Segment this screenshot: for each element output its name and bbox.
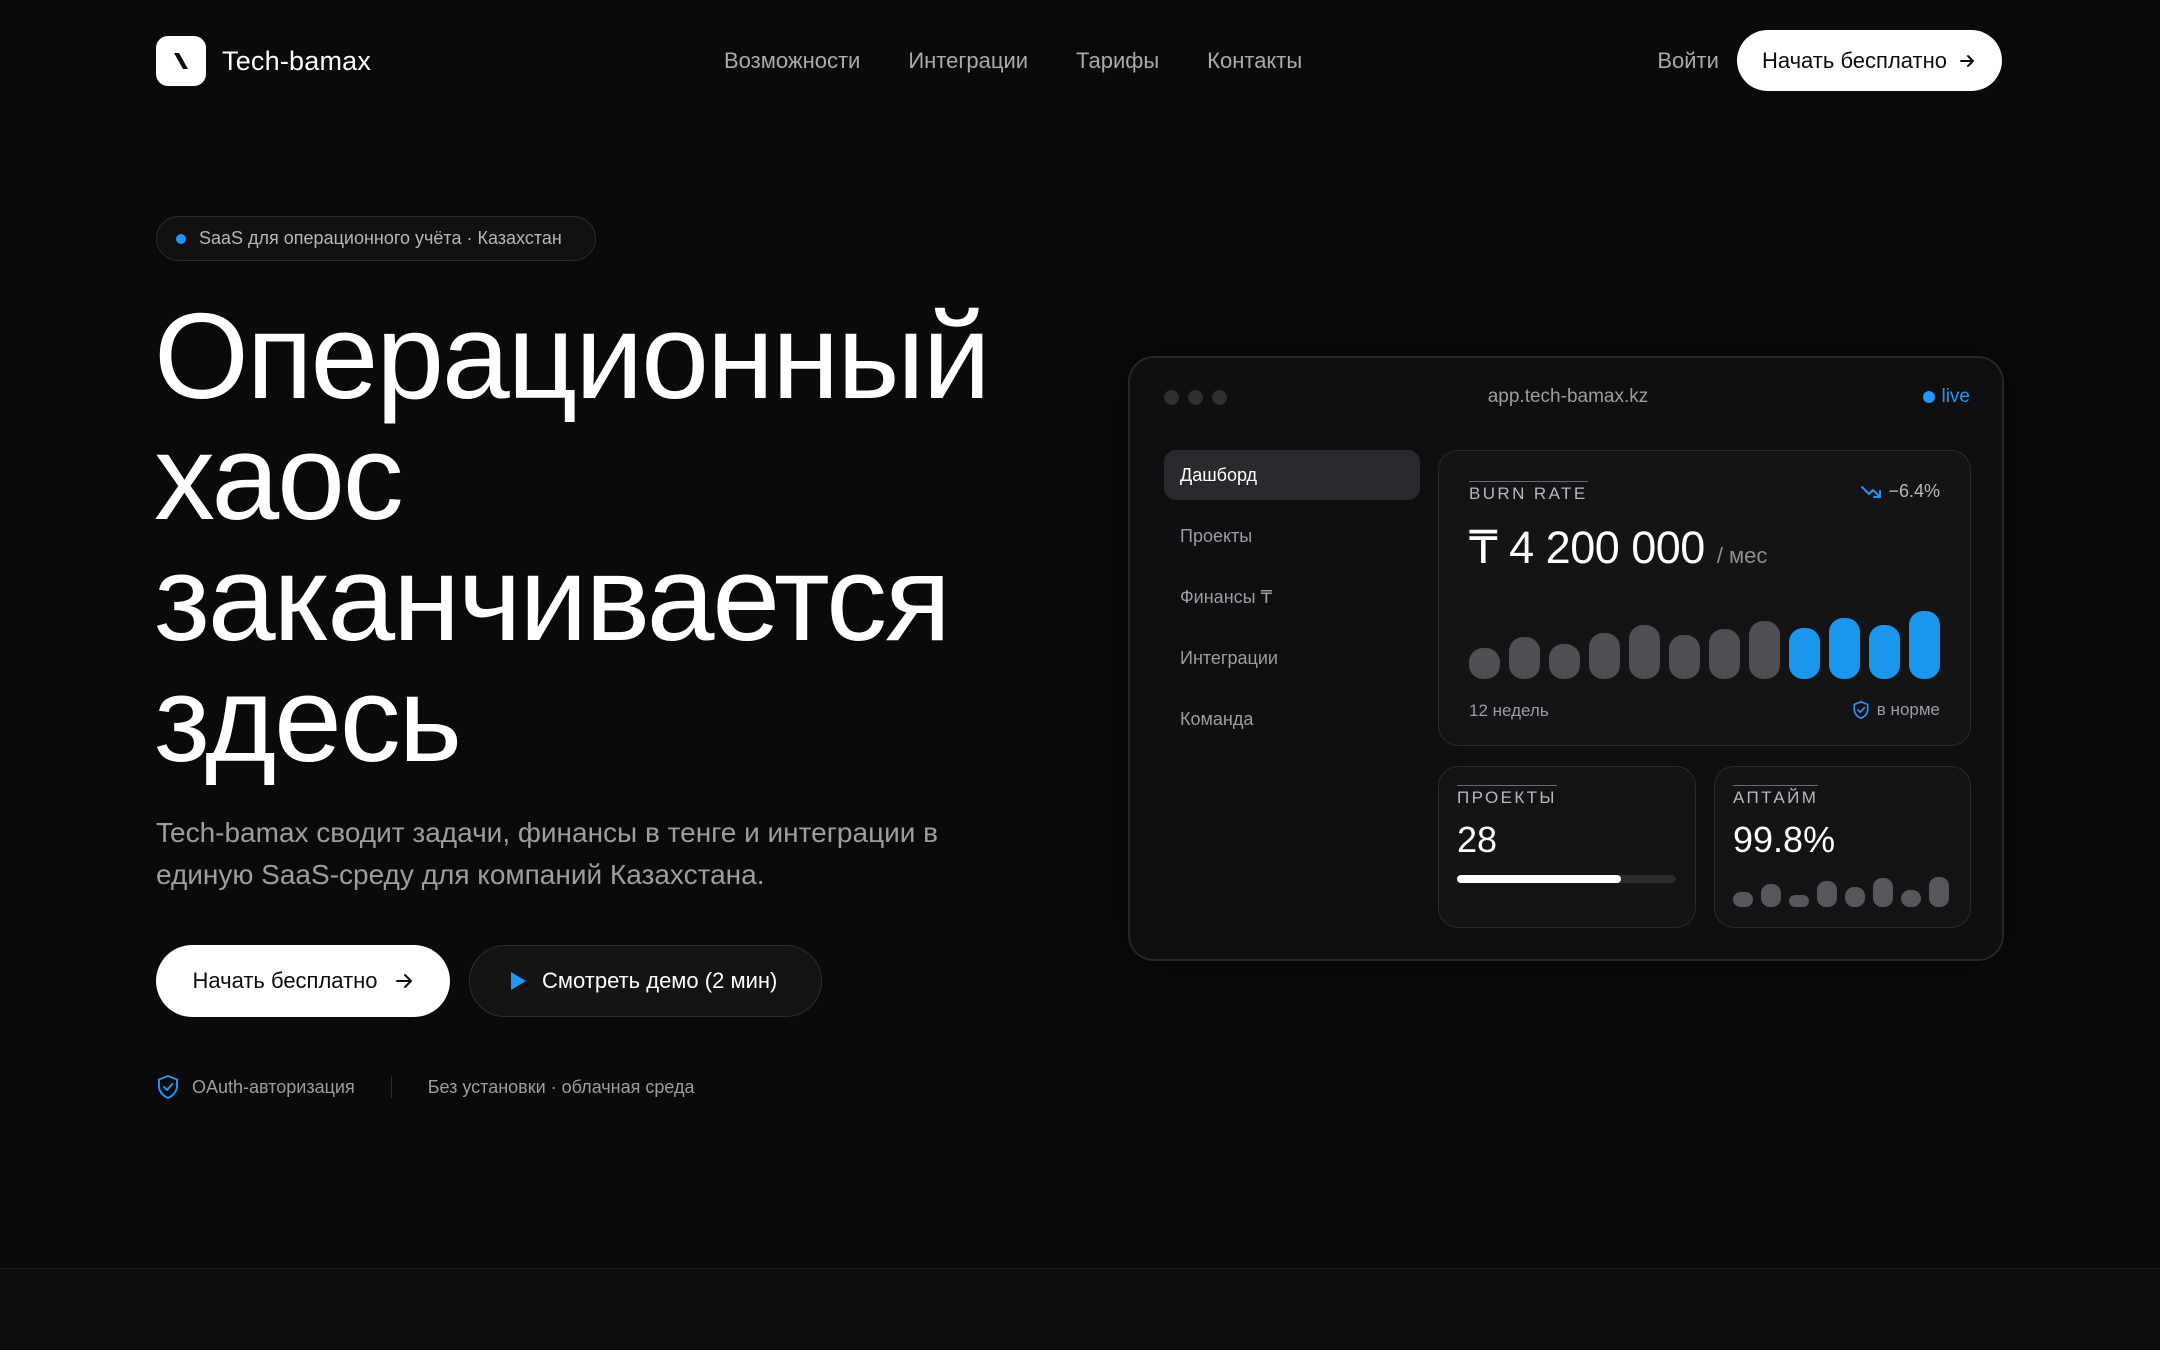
trust-oauth: OAuth-авторизация	[192, 1076, 355, 1097]
hero-badge: SaaS для операционного учёта · Казахстан	[156, 216, 596, 261]
nav-links: Возможности Интеграции Тарифы Контакты	[724, 48, 1350, 74]
uptime-bar	[1845, 887, 1865, 907]
burn-period: 12 недель	[1469, 701, 1549, 720]
live-dot-icon	[1923, 391, 1936, 403]
dashboard-preview: app.tech-bamax.kz live Дашборд Проекты Ф…	[1128, 356, 2004, 961]
uptime-bar	[1873, 878, 1893, 907]
sidebar-item-team[interactable]: Команда	[1164, 694, 1420, 744]
watch-demo-label: Смотреть демо (2 мин)	[542, 968, 778, 993]
burn-unit: / мес	[1716, 543, 1768, 568]
projects-value: 28	[1457, 819, 1498, 860]
nav-start-free-label: Начать бесплатно	[1761, 47, 1947, 73]
trust-divider	[390, 1076, 392, 1098]
burn-bar	[1549, 644, 1580, 679]
burn-bar	[1869, 625, 1900, 679]
burn-bar	[1829, 618, 1860, 679]
trend-down-icon	[1860, 484, 1882, 500]
hero-title-line: здесь	[154, 651, 462, 787]
burn-status-label: в норме	[1876, 700, 1940, 719]
brand-name: Tech-bamax	[222, 45, 372, 76]
next-section	[0, 1269, 2160, 1350]
watch-demo-button[interactable]: Смотреть демо (2 мин)	[469, 945, 822, 1017]
hero-badge-text: SaaS для операционного учёта · Казахстан	[199, 228, 562, 248]
nav-link-features[interactable]: Возможности	[724, 48, 860, 74]
login-link[interactable]: Войти	[1657, 48, 1719, 74]
hero-cta-row: Начать бесплатно Смотреть демо (2 мин)	[156, 945, 822, 1017]
uptime-bar	[1789, 895, 1809, 907]
uptime-bar	[1733, 892, 1753, 907]
burn-rate-card: BURN RATE −6.4% ₸ 4 200 000 / мес 12 нед…	[1438, 450, 1971, 746]
burn-bar-chart	[1469, 611, 1940, 679]
burn-status: в норме	[1852, 700, 1940, 720]
burn-change-value: −6.4%	[1888, 481, 1940, 501]
sidebar-item-dashboard[interactable]: Дашборд	[1164, 450, 1420, 500]
burn-change: −6.4%	[1860, 481, 1940, 502]
projects-card: ПРОЕКТЫ 28	[1438, 766, 1696, 928]
uptime-bar	[1929, 877, 1949, 907]
preview-sidebar: Дашборд Проекты Финансы ₸ Интеграции Ком…	[1164, 450, 1420, 755]
arrow-right-icon	[394, 971, 414, 991]
burn-bar	[1629, 625, 1660, 679]
uptime-bar	[1761, 884, 1781, 907]
projects-label: ПРОЕКТЫ	[1457, 785, 1557, 808]
shield-check-icon	[156, 1074, 180, 1100]
burn-bar	[1909, 611, 1940, 679]
landing-page: Tech-bamax Возможности Интеграции Тарифы…	[0, 0, 2160, 1350]
hero-title-line: хаос	[154, 409, 404, 545]
uptime-label: АПТАЙМ	[1733, 785, 1819, 808]
nav-link-integrations[interactable]: Интеграции	[908, 48, 1028, 74]
nav-link-contacts[interactable]: Контакты	[1207, 48, 1302, 74]
burn-rate-label: BURN RATE	[1469, 481, 1588, 504]
uptime-bar	[1817, 881, 1837, 907]
hero-title-line: Операционный	[154, 288, 991, 424]
shield-check-icon	[1852, 700, 1870, 720]
nav-actions: Войти Начать бесплатно	[1657, 30, 2002, 91]
nav-link-pricing[interactable]: Тарифы	[1076, 48, 1159, 74]
trust-row: OAuth-авторизация Без установки · облачн…	[156, 1074, 695, 1100]
hero-title: Операционный хаос заканчивается здесь	[154, 288, 1054, 787]
burn-bar	[1469, 648, 1500, 679]
burn-value: ₸ 4 200 000	[1469, 522, 1705, 573]
burn-value-row: ₸ 4 200 000 / мес	[1469, 521, 1767, 574]
live-indicator: live	[1923, 386, 1970, 408]
projects-progress-bar	[1457, 875, 1676, 883]
brand-logo[interactable]: Tech-bamax	[156, 36, 371, 86]
sidebar-item-finance[interactable]: Финансы ₸	[1164, 572, 1420, 622]
burn-bar	[1589, 633, 1620, 679]
burn-bar	[1749, 621, 1780, 679]
burn-bar	[1709, 629, 1740, 679]
uptime-mini-chart	[1733, 873, 1955, 907]
play-icon	[508, 970, 528, 992]
trust-cloud: Без установки · облачная среда	[427, 1076, 695, 1097]
start-free-button[interactable]: Начать бесплатно	[156, 945, 450, 1017]
uptime-value: 99.8%	[1733, 819, 1836, 860]
sidebar-item-integrations[interactable]: Интеграции	[1164, 633, 1420, 683]
uptime-bar	[1901, 890, 1921, 907]
logo-icon	[156, 36, 206, 86]
burn-bar	[1669, 635, 1700, 679]
sidebar-item-projects[interactable]: Проекты	[1164, 511, 1420, 561]
badge-dot-icon	[176, 233, 186, 244]
burn-bar	[1509, 637, 1540, 679]
hero-subtitle: Tech-bamax сводит задачи, финансы в тенг…	[156, 817, 939, 890]
preview-url: app.tech-bamax.kz	[1487, 386, 1649, 407]
nav-start-free-button[interactable]: Начать бесплатно	[1736, 30, 2002, 91]
hero-title-line: заканчивается	[154, 530, 951, 666]
live-label: live	[1941, 386, 1970, 407]
start-free-label: Начать бесплатно	[192, 968, 378, 993]
uptime-card: АПТАЙМ 99.8%	[1714, 766, 1971, 928]
projects-progress-fill	[1457, 875, 1622, 883]
arrow-right-icon	[1958, 52, 1976, 70]
burn-bar	[1789, 628, 1820, 679]
top-nav: Tech-bamax Возможности Интеграции Тарифы…	[156, 30, 2002, 92]
